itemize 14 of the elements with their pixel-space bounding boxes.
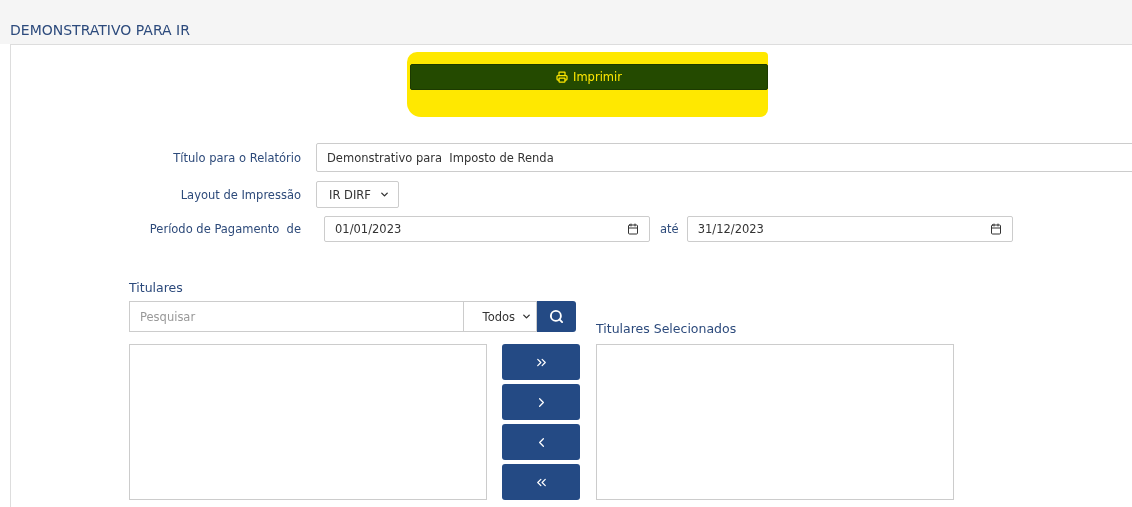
report-title-field[interactable]: Demonstrativo para Imposto de Renda <box>316 143 1132 172</box>
layout-select[interactable]: IR DIRF <box>316 181 399 208</box>
date-field[interactable]: 31/12/2023 <box>686 216 1013 242</box>
section-heading: Titulares Selecionados <box>596 321 737 336</box>
search-field[interactable]: Pesquisar <box>129 301 463 332</box>
field-label: Título para o Relatório <box>172 150 301 165</box>
field-label: Layout de Impressão <box>179 187 301 202</box>
date-field[interactable]: 01/01/2023 <box>324 216 650 242</box>
page-title: DEMONSTRATIVO PARA IR <box>10 22 190 38</box>
field-label: Período de Pagamento de <box>148 222 301 236</box>
filter-select[interactable]: Todos <box>463 301 537 332</box>
section-heading: Titulares <box>129 280 184 295</box>
print-button[interactable]: Imprimir <box>410 64 768 90</box>
range-separator: até <box>660 222 679 236</box>
